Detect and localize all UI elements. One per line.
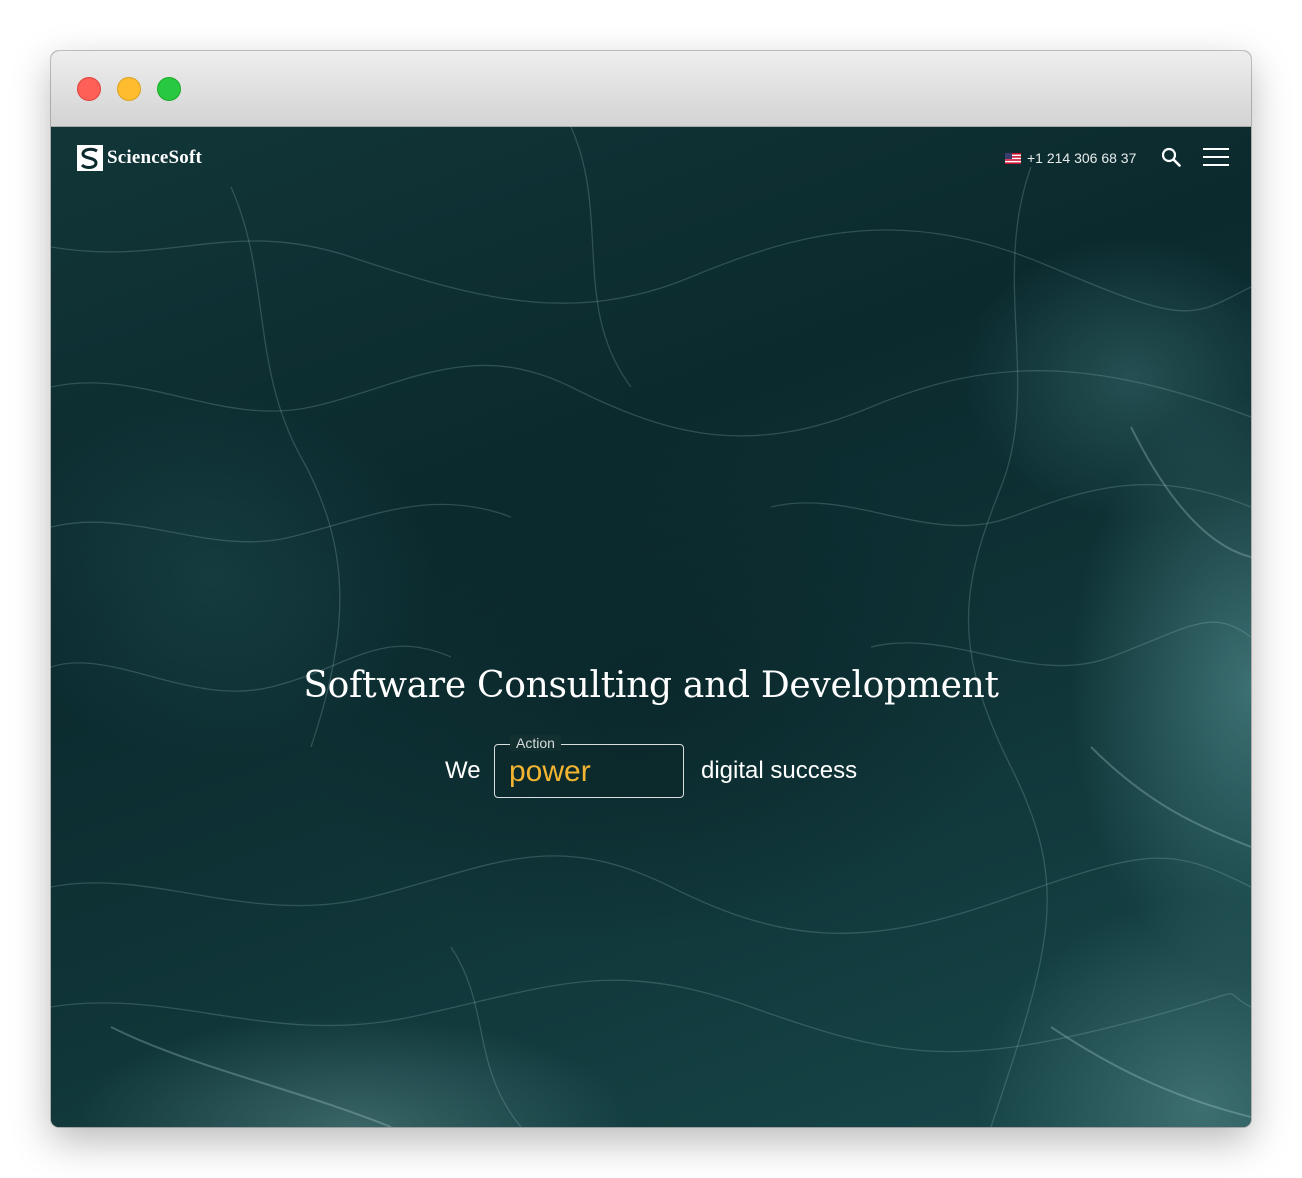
sciencesoft-logo[interactable]: ScienceSoft (77, 145, 202, 171)
browser-window: ScienceSoft +1 214 306 68 37 Software Co… (51, 51, 1251, 1127)
hero-title: Software Consulting and Development (303, 665, 999, 706)
window-titlebar (51, 51, 1251, 127)
maximize-window-button[interactable] (157, 77, 181, 101)
phone-text: +1 214 306 68 37 (1027, 150, 1137, 166)
action-value: power (509, 755, 591, 788)
page-viewport: ScienceSoft +1 214 306 68 37 Software Co… (51, 127, 1251, 1127)
action-selector[interactable]: Action power (494, 735, 684, 798)
action-label: Action (510, 735, 561, 751)
minimize-window-button[interactable] (117, 77, 141, 101)
logo-text: ScienceSoft (107, 147, 203, 168)
ocean-background (51, 127, 1251, 1127)
tagline-prefix: We (445, 757, 481, 784)
tagline-suffix: digital success (701, 757, 858, 784)
us-flag-icon (1005, 152, 1021, 164)
phone-number[interactable]: +1 214 306 68 37 (1005, 148, 1136, 168)
search-icon[interactable] (1161, 147, 1181, 167)
logo-mark-icon (77, 145, 103, 171)
hamburger-menu-icon[interactable] (1203, 147, 1229, 167)
close-window-button[interactable] (77, 77, 101, 101)
